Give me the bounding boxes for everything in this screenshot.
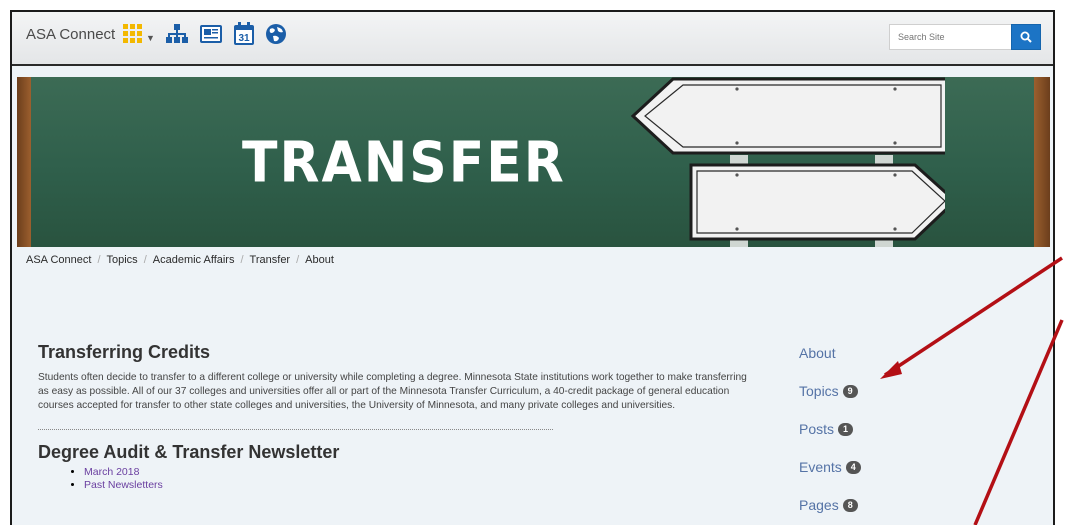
nav-item-events[interactable]: Events 4 [799,448,861,486]
direction-signs-image [630,77,945,247]
toolbar-icons: ▼ 31 [122,22,287,46]
breadcrumb-about: About [305,254,334,266]
newsletter-heading: Degree Audit & Transfer Newsletter [38,442,340,462]
board-frame-right [1034,77,1050,247]
site-brand-link[interactable]: ASA Connect [26,26,115,43]
nav-item-pages[interactable]: Pages 8 [799,486,861,524]
breadcrumb: ASA Connect / Topics / Academic Affairs … [26,254,334,266]
browser-frame: ASA Connect ▼ 31 Search Site TRANSFER AS… [10,10,1055,525]
page-title: Transferring Credits [38,342,211,362]
main-content: Transferring Credits Students often deci… [38,342,758,492]
nav-item-label: Events [799,459,842,475]
count-badge: 8 [842,498,858,512]
section-divider [38,429,553,430]
globe-icon[interactable] [265,23,287,45]
chevron-down-icon[interactable]: ▼ [146,33,155,43]
nav-item-posts[interactable]: Posts 1 [799,410,861,448]
breadcrumb-asa-connect[interactable]: ASA Connect [26,254,91,266]
calendar-icon[interactable]: 31 [233,22,255,46]
list-item: March 2018 [84,466,758,479]
search-icon [1020,31,1032,43]
breadcrumb-separator: / [97,254,101,266]
newspaper-icon[interactable] [199,23,223,45]
nav-item-topics[interactable]: Topics 9 [799,372,861,410]
newsletter-link-past[interactable]: Past Newsletters [84,479,163,491]
breadcrumb-separator: / [296,254,300,266]
breadcrumb-topics[interactable]: Topics [107,254,138,266]
search-input[interactable] [889,24,1011,50]
count-badge: 4 [845,460,861,474]
top-nav-bar: ASA Connect ▼ 31 Search Site [12,12,1053,66]
search-form [889,24,1041,50]
count-badge: 9 [842,384,858,398]
nav-item-label: Topics [799,383,839,399]
count-badge: 1 [838,422,854,436]
search-button[interactable] [1011,24,1041,50]
hero-banner: TRANSFER [17,77,1050,247]
section-nav: About Topics 9 Posts 1 Events 4 Pages 8 [799,334,861,524]
intro-paragraph: Students often decide to transfer to a d… [38,372,747,411]
apps-grid-icon[interactable] [122,23,144,45]
breadcrumb-separator: / [240,254,244,266]
svg-text:31: 31 [238,33,250,44]
nav-item-label: Posts [799,421,835,437]
board-frame-left [17,77,31,247]
nav-item-label: About [799,345,836,361]
newsletter-link-march-2018[interactable]: March 2018 [84,466,139,478]
org-chart-icon[interactable] [165,23,189,45]
breadcrumb-transfer[interactable]: Transfer [250,254,291,266]
breadcrumb-academic-affairs[interactable]: Academic Affairs [153,254,235,266]
newsletter-list: March 2018 Past Newsletters [38,466,758,492]
list-item: Past Newsletters [84,479,758,492]
nav-item-about[interactable]: About [799,334,861,372]
hero-title: TRANSFER [242,130,566,196]
nav-item-label: Pages [799,497,839,513]
breadcrumb-separator: / [143,254,147,266]
